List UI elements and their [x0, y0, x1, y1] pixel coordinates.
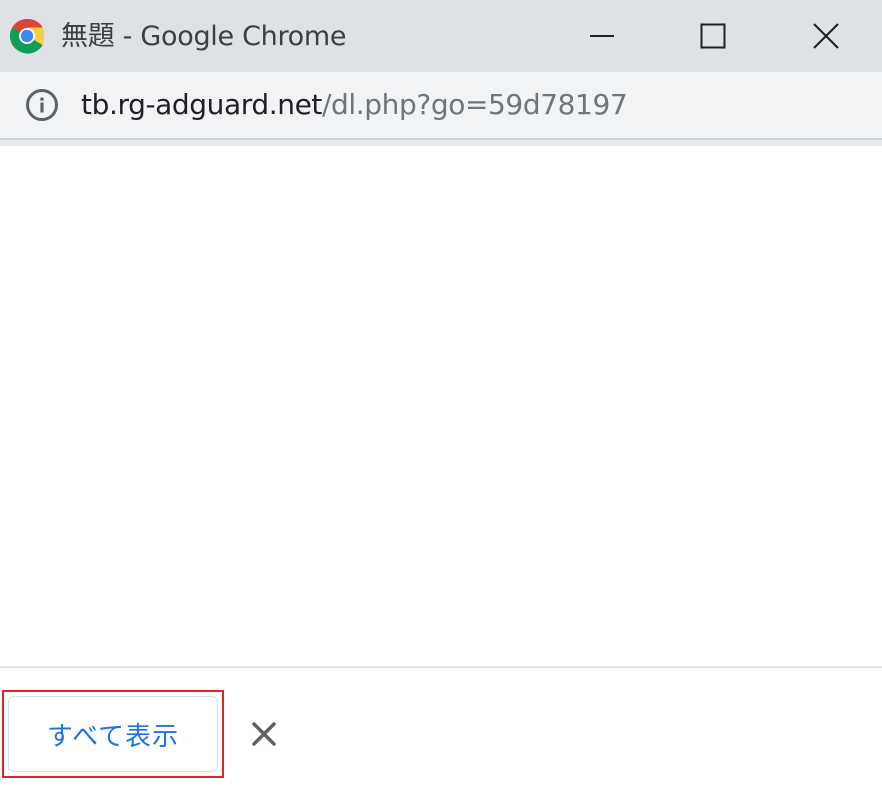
close-window-button[interactable]	[771, 0, 881, 72]
maximize-button[interactable]	[658, 0, 768, 72]
shelf-close-button[interactable]	[245, 715, 283, 753]
show-all-button[interactable]: すべて表示	[8, 696, 218, 772]
close-icon	[813, 23, 839, 49]
maximize-icon	[700, 23, 726, 49]
info-icon[interactable]	[25, 88, 59, 122]
minimize-icon	[590, 35, 614, 37]
url-text[interactable]: tb.rg-adguard.net/dl.php?go=59d78197	[81, 83, 628, 127]
title-bar: 無題 - Google Chrome	[0, 0, 882, 72]
browser-window: 無題 - Google Chrome tb.rg-adguard.net/dl.…	[0, 0, 882, 800]
chrome-logo-icon	[10, 18, 45, 54]
minimize-button[interactable]	[547, 0, 657, 72]
address-bar[interactable]: tb.rg-adguard.net/dl.php?go=59d78197	[0, 72, 882, 140]
window-title: 無題 - Google Chrome	[61, 21, 347, 52]
url-path: /dl.php?go=59d78197	[322, 88, 628, 121]
page-content	[0, 146, 882, 666]
url-host: tb.rg-adguard.net	[81, 88, 323, 121]
close-icon	[252, 722, 276, 746]
